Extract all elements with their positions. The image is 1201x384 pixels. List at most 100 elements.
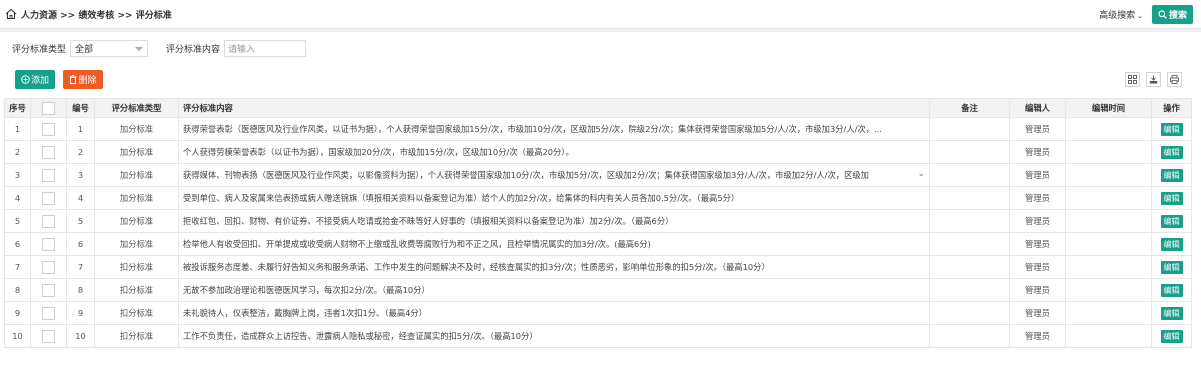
col-header-content: 评分标准内容 — [178, 98, 930, 118]
main-panel: 评分标准类型 全部 评分标准内容 请输入 添加 删除 序号 编号 评分标准类型 … — [0, 32, 1201, 384]
table-row[interactable]: 10 10 扣分标准 工作不负责任，造成群众上访控告、泄露病人隐私或秘密，经查证… — [4, 324, 1192, 348]
row-seq: 2 — [4, 140, 31, 164]
row-remark — [929, 255, 1010, 279]
row-remark — [929, 117, 1010, 141]
col-header-select — [30, 98, 67, 118]
table-row[interactable]: 3 3 加分标准 ⌄ 获得媒体、刊物表扬（医德医风及行业作风类，以影像资料为据），… — [4, 163, 1192, 187]
row-time — [1065, 278, 1152, 302]
row-num: 5 — [66, 209, 95, 233]
row-action: 编辑 — [1151, 186, 1192, 210]
row-num: 4 — [66, 186, 95, 210]
print-icon — [1170, 75, 1179, 84]
col-header-editor: 编辑人 — [1009, 98, 1066, 118]
select-all-checkbox[interactable] — [42, 101, 55, 115]
table-row[interactable]: 4 4 加分标准 受到单位、病人及家属来信表扬或病人赠送锦旗（填报相关资料以备案… — [4, 186, 1192, 210]
row-seq: 9 — [4, 301, 31, 325]
delete-button[interactable]: 删除 — [63, 70, 103, 89]
trash-icon — [69, 75, 77, 84]
row-checkbox[interactable] — [42, 237, 55, 251]
row-editor: 管理员 — [1009, 163, 1066, 187]
row-content: 未礼貌待人，仪表整洁，戴胸牌上岗，违者1次扣1分。（最高4分） — [178, 301, 930, 325]
edit-button[interactable]: 编辑 — [1160, 329, 1183, 343]
row-content: 检举他人有收受回扣、开单提成或收受病人财物不上缴或乱收费等腐败行为和不正之风，且… — [178, 232, 930, 256]
row-action: 编辑 — [1151, 255, 1192, 279]
row-time — [1065, 186, 1152, 210]
row-action: 编辑 — [1151, 232, 1192, 256]
add-button[interactable]: 添加 — [15, 70, 55, 89]
chevron-down-icon: ⌄ — [1137, 11, 1143, 20]
expand-chevron-icon[interactable]: ⌄ — [917, 169, 925, 179]
row-checkbox[interactable] — [42, 306, 55, 320]
row-editor: 管理员 — [1009, 324, 1066, 348]
col-header-seq: 序号 — [4, 98, 31, 118]
advanced-search-label: 高级搜索 — [1099, 10, 1136, 21]
table-row[interactable]: 8 8 扣分标准 无故不参加政治理论和医德医风学习，每次扣2分/次。（最高10分… — [4, 278, 1192, 302]
edit-button[interactable]: 编辑 — [1160, 168, 1183, 182]
table-row[interactable]: 1 1 加分标准 获得荣誉表彰（医德医风及行业作风类，以证书为据），个人获得荣誉… — [4, 117, 1192, 141]
row-select — [30, 186, 67, 210]
table-row[interactable]: 2 2 加分标准 个人获得劳模荣誉表彰（以证书为据），国家级加20分/次，市级加… — [4, 140, 1192, 164]
row-type: 扣分标准 — [94, 278, 179, 302]
content-filter-placeholder: 请输入 — [228, 45, 256, 55]
breadcrumb: 人力资源 >> 绩效考核 >> 评分标准 — [21, 10, 172, 21]
row-checkbox[interactable] — [42, 168, 55, 182]
print-tool[interactable] — [1167, 72, 1182, 87]
row-num: 6 — [66, 232, 95, 256]
table-row[interactable]: 6 6 加分标准 检举他人有收受回扣、开单提成或收受病人财物不上缴或乱收费等腐败… — [4, 232, 1192, 256]
table-row[interactable]: 5 5 加分标准 拒收红包、回扣、财物、有价证券、不接受病人吃请或拾金不昧等好人… — [4, 209, 1192, 233]
row-editor: 管理员 — [1009, 140, 1066, 164]
edit-button[interactable]: 编辑 — [1160, 260, 1183, 274]
content-filter-input[interactable]: 请输入 — [224, 40, 307, 57]
edit-button[interactable]: 编辑 — [1160, 283, 1183, 297]
table-row[interactable]: 9 9 扣分标准 未礼貌待人，仪表整洁，戴胸牌上岗，违者1次扣1分。（最高4分）… — [4, 301, 1192, 325]
row-content: 无故不参加政治理论和医德医风学习，每次扣2分/次。（最高10分） — [178, 278, 930, 302]
row-time — [1065, 324, 1152, 348]
edit-button[interactable]: 编辑 — [1160, 237, 1183, 251]
edit-button[interactable]: 编辑 — [1160, 214, 1183, 228]
edit-button[interactable]: 编辑 — [1160, 145, 1183, 159]
row-seq: 1 — [4, 117, 31, 141]
row-checkbox[interactable] — [42, 145, 55, 159]
row-remark — [929, 140, 1010, 164]
row-content: 拒收红包、回扣、财物、有价证券、不接受病人吃请或拾金不昧等好人好事的（填报相关资… — [178, 209, 930, 233]
row-action: 编辑 — [1151, 117, 1192, 141]
edit-button[interactable]: 编辑 — [1160, 122, 1183, 136]
row-num: 10 — [66, 324, 95, 348]
edit-button[interactable]: 编辑 — [1160, 191, 1183, 205]
table-row[interactable]: 7 7 扣分标准 被投诉服务态度差、未履行好告知义务和服务承诺、工作中发生的问题… — [4, 255, 1192, 279]
row-checkbox[interactable] — [42, 122, 55, 136]
row-checkbox[interactable] — [42, 283, 55, 297]
advanced-search-toggle[interactable]: 高级搜索 ⌄ — [1099, 8, 1143, 21]
row-content: 被投诉服务态度差、未履行好告知义务和服务承诺、工作中发生的问题解决不及时，经核查… — [178, 255, 930, 279]
row-select — [30, 140, 67, 164]
edit-button[interactable]: 编辑 — [1160, 306, 1183, 320]
row-checkbox[interactable] — [42, 329, 55, 343]
home-icon[interactable] — [5, 8, 17, 20]
columns-tool[interactable] — [1125, 72, 1140, 87]
row-remark — [929, 163, 1010, 187]
row-content: 受到单位、病人及家属来信表扬或病人赠送锦旗（填报相关资料以备案登记为准）给个人的… — [178, 186, 930, 210]
search-button[interactable]: 搜索 — [1151, 4, 1193, 24]
row-checkbox[interactable] — [42, 191, 55, 205]
row-remark — [929, 209, 1010, 233]
row-select — [30, 301, 67, 325]
row-time — [1065, 232, 1152, 256]
row-seq: 5 — [4, 209, 31, 233]
top-bar: 人力资源 >> 绩效考核 >> 评分标准 高级搜索 ⌄ 搜索 — [0, 0, 1201, 29]
row-seq: 4 — [4, 186, 31, 210]
row-select — [30, 324, 67, 348]
row-seq: 8 — [4, 278, 31, 302]
type-filter-label: 评分标准类型 — [12, 45, 67, 55]
row-select — [30, 209, 67, 233]
row-num: 8 — [66, 278, 95, 302]
row-checkbox[interactable] — [42, 214, 55, 228]
row-action: 编辑 — [1151, 324, 1192, 348]
action-bar: 添加 删除 — [15, 70, 103, 89]
row-checkbox[interactable] — [42, 260, 55, 274]
export-tool[interactable] — [1146, 72, 1161, 87]
caret-down-icon — [135, 46, 144, 51]
type-filter-select[interactable]: 全部 — [70, 40, 149, 57]
col-header-action: 操作 — [1151, 98, 1192, 118]
row-time — [1065, 140, 1152, 164]
row-seq: 3 — [4, 163, 31, 187]
